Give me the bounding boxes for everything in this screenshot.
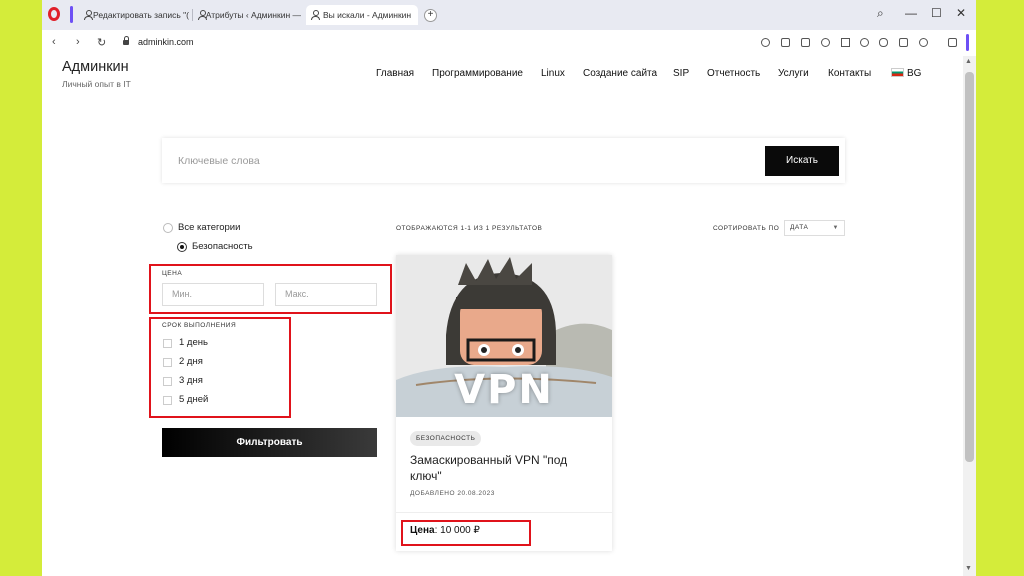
scroll-up-icon[interactable]: ▲ — [965, 58, 972, 65]
address-bar: ‹ › ↻ adminkin.com — [42, 30, 976, 57]
filter-button[interactable]: Фильтровать — [162, 428, 377, 457]
close-icon[interactable]: ✕ — [956, 6, 966, 20]
back-icon[interactable]: ‹ — [52, 36, 56, 48]
nav-programming[interactable]: Программирование — [432, 68, 523, 79]
user-icon — [197, 10, 207, 20]
product-image[interactable]: VPN — [396, 255, 612, 417]
nav-language[interactable]: BG — [891, 68, 921, 79]
tab-edit-post[interactable]: Редактировать запись "( — [79, 5, 189, 25]
product-card[interactable]: VPN БЕЗОПАСНОСТЬ Замаскированный VPN "по… — [396, 255, 612, 551]
user-icon — [310, 10, 320, 20]
edit-icon[interactable] — [781, 38, 790, 47]
adblock-icon[interactable] — [821, 38, 830, 47]
nav-contacts[interactable]: Контакты — [828, 68, 871, 79]
category-security-label[interactable]: Безопасность — [192, 241, 253, 252]
price-min-input[interactable]: Мин. — [162, 283, 264, 306]
opera-logo-icon[interactable] — [48, 7, 60, 21]
site-subtitle: Личный опыт в IT — [62, 79, 131, 89]
term-label[interactable]: 1 день — [179, 337, 208, 348]
reload-icon[interactable]: ↻ — [97, 36, 106, 49]
card-date: ДОБАВЛЕНО 20.08.2023 — [410, 490, 495, 497]
category-all-label[interactable]: Все категории — [178, 222, 240, 233]
sidebar-accent — [70, 6, 73, 23]
bulgaria-flag-icon — [891, 68, 904, 77]
tab-label: Редактировать запись "( — [93, 10, 189, 20]
language-label: BG — [907, 68, 922, 79]
new-tab-button[interactable]: + — [424, 9, 437, 22]
site-title[interactable]: Админкин — [62, 59, 129, 75]
nav-website-creation[interactable]: Создание сайта — [583, 68, 657, 79]
lock-icon — [123, 36, 129, 45]
term-checkbox[interactable] — [163, 358, 172, 367]
play-icon[interactable] — [841, 38, 850, 47]
heart-icon[interactable] — [860, 38, 869, 47]
search-tabs-icon[interactable]: ⌕ — [877, 6, 884, 21]
price-max-input[interactable]: Макс. — [275, 283, 377, 306]
term-label[interactable]: 5 дней — [179, 394, 208, 405]
term-checkbox[interactable] — [163, 396, 172, 405]
nav-home[interactable]: Главная — [376, 68, 414, 79]
term-checkbox[interactable] — [163, 377, 172, 386]
term-label[interactable]: 2 дня — [179, 356, 203, 367]
menu-lines-icon[interactable] — [899, 38, 908, 47]
results-count: ОТОБРАЖАЮТСЯ 1-1 ИЗ 1 РЕЗУЛЬТАТОВ — [396, 225, 543, 232]
search-input[interactable]: Ключевые слова — [178, 155, 260, 167]
price-title: ЦЕНА — [162, 270, 183, 277]
minimize-icon[interactable]: — — [905, 6, 917, 20]
sidebar-toggle[interactable] — [966, 34, 969, 51]
profile-icon[interactable] — [919, 38, 928, 47]
page: Админкин Личный опыт в IT Главная Програ… — [42, 56, 963, 576]
forward-icon[interactable]: › — [76, 36, 80, 48]
nav-sip[interactable]: SIP — [673, 68, 689, 79]
camera-icon[interactable] — [801, 38, 810, 47]
tab-search-results[interactable]: Вы искали - Админкин — [306, 5, 418, 25]
card-divider — [396, 512, 612, 513]
term-label[interactable]: 3 дня — [179, 375, 203, 386]
nav-linux[interactable]: Linux — [541, 68, 565, 79]
search-box: Ключевые слова Искать — [162, 138, 845, 183]
toggle-icon[interactable] — [879, 38, 888, 47]
user-icon — [83, 10, 94, 20]
nav-reporting[interactable]: Отчетность — [707, 68, 760, 79]
nav-services[interactable]: Услуги — [778, 68, 809, 79]
cube-icon[interactable] — [948, 38, 957, 47]
scroll-down-icon[interactable]: ▼ — [965, 565, 972, 572]
radio-security[interactable] — [177, 242, 187, 252]
tab-label: Вы искали - Админкин — [323, 10, 412, 20]
scrollbar[interactable]: ▲ ▼ — [963, 56, 976, 576]
tab-label: Атрибуты ‹ Админкин — — [205, 10, 301, 20]
category-badge[interactable]: БЕЗОПАСНОСТЬ — [410, 431, 482, 446]
sort-label: СОРТИРОВАТЬ ПО — [713, 225, 780, 232]
scroll-thumb[interactable] — [965, 72, 974, 462]
url-field[interactable]: adminkin.com — [138, 37, 194, 47]
term-title: СРОК ВЫПОЛНЕНИЯ — [162, 322, 237, 329]
browser-window: Редактировать запись "( Атрибуты ‹ Админ… — [42, 0, 976, 576]
tab-bar: Редактировать запись "( Атрибуты ‹ Админ… — [42, 0, 976, 30]
chevron-down-icon: ▼ — [832, 225, 839, 231]
tab-attributes[interactable]: Атрибуты ‹ Админкин — — [193, 5, 301, 25]
maximize-icon[interactable]: ☐ — [931, 6, 942, 20]
search-button[interactable]: Искать — [765, 146, 839, 176]
sort-value: ДАТА — [790, 224, 809, 231]
image-vpn-text: VPN — [454, 367, 554, 413]
sort-select[interactable]: ДАТА ▼ — [784, 220, 845, 236]
search-page-icon[interactable] — [761, 38, 770, 47]
term-checkbox[interactable] — [163, 339, 172, 348]
price-highlight-box — [401, 520, 531, 546]
card-title[interactable]: Замаскированный VPN "под ключ" — [410, 452, 600, 484]
radio-all-categories[interactable] — [163, 223, 173, 233]
